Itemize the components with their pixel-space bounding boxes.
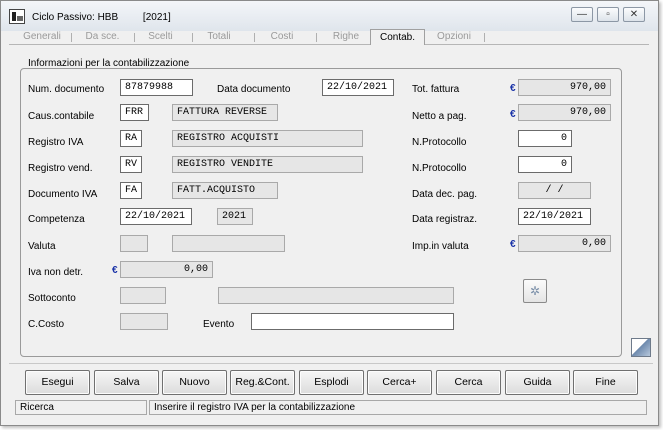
tab-scelti[interactable]: Scelti: [138, 31, 183, 44]
registro-iva-desc-field: REGISTRO ACQUISTI: [172, 130, 363, 147]
c-costo-label: C.Costo: [28, 319, 65, 330]
tab-divider: [192, 33, 193, 42]
n-protocollo-label: N.Protocollo: [412, 137, 467, 148]
data-documento-label: Data documento: [217, 84, 291, 95]
competenza-label: Competenza: [28, 214, 85, 225]
netto-a-pag-field: 970,00: [518, 104, 611, 121]
registro-iva-label: Registro IVA: [28, 137, 84, 148]
imp-in-valuta-field: 0,00: [518, 235, 611, 252]
window-title-text: Ciclo Passivo: HBB: [32, 12, 119, 23]
tab-righe[interactable]: Righe: [320, 31, 372, 44]
registro-vend-code-field[interactable]: RV: [120, 156, 142, 173]
caus-contabile-desc-field: FATTURA REVERSE: [172, 104, 278, 121]
fine-button[interactable]: Fine: [573, 370, 638, 395]
tab-divider: [484, 33, 485, 42]
button-bar-divider: [9, 363, 653, 364]
euro-icon: €: [510, 239, 516, 250]
sottoconto-desc-field: [218, 287, 454, 304]
sparkle-icon: ✲: [529, 284, 541, 298]
cerca-button[interactable]: Cerca: [436, 370, 501, 395]
valuta-desc-field: [172, 235, 285, 252]
tab-divider: [134, 33, 135, 42]
guida-button[interactable]: Guida: [505, 370, 570, 395]
evento-field[interactable]: [251, 313, 454, 330]
valuta-label: Valuta: [28, 241, 56, 252]
caus-contabile-code-field[interactable]: FRR: [120, 104, 149, 121]
tab-strip: Generali Da sce. Scelti Totali Costi Rig…: [9, 29, 649, 45]
sottoconto-label: Sottoconto: [28, 293, 76, 304]
documento-iva-code-field[interactable]: FA: [120, 182, 142, 199]
n-protocollo-field[interactable]: 0: [518, 130, 572, 147]
registro-vend-label: Registro vend.: [28, 163, 93, 174]
close-icon: ✕: [629, 9, 639, 20]
euro-icon: €: [112, 265, 118, 276]
esegui-button[interactable]: Esegui: [25, 370, 90, 395]
iva-non-detr-field: 0,00: [120, 261, 213, 278]
documento-iva-desc-field: FATT.ACQUISTO: [172, 182, 278, 199]
nuovo-button[interactable]: Nuovo: [162, 370, 227, 395]
resize-corner-button[interactable]: [631, 338, 651, 357]
data-dec-pag-label: Data dec. pag.: [412, 189, 478, 200]
sottoconto-code-field: [120, 287, 166, 304]
evento-label: Evento: [203, 319, 235, 330]
data-registraz-label: Data registraz.: [412, 214, 478, 225]
c-costo-field: [120, 313, 168, 330]
imp-in-valuta-label: Imp.in valuta: [412, 241, 469, 252]
registro-vend-desc-field: REGISTRO VENDITE: [172, 156, 363, 173]
reg-cont-button[interactable]: Reg.&Cont.: [230, 370, 295, 395]
tab-opzioni[interactable]: Opzioni: [429, 31, 479, 44]
n-protocollo-vend-field[interactable]: 0: [518, 156, 572, 173]
close-button[interactable]: ✕: [623, 7, 645, 22]
title-bar[interactable]: Ciclo Passivo: HBB [2021] — ▫ ✕: [1, 1, 658, 31]
cerca-plus-button[interactable]: Cerca+: [367, 370, 432, 395]
maximize-icon: ▫: [606, 9, 610, 20]
window-title: Ciclo Passivo: HBB [2021]: [32, 12, 171, 23]
main-window: Ciclo Passivo: HBB [2021] — ▫ ✕ Generali…: [0, 0, 659, 426]
esplodi-button[interactable]: Esplodi: [299, 370, 364, 395]
tab-divider: [316, 33, 317, 42]
euro-icon: €: [510, 109, 516, 120]
tab-divider: [71, 33, 72, 42]
maximize-button[interactable]: ▫: [597, 7, 619, 22]
caus-contabile-label: Caus.contabile: [28, 111, 95, 122]
num-documento-field[interactable]: 87879988: [120, 79, 193, 96]
salva-button[interactable]: Salva: [94, 370, 159, 395]
euro-icon: €: [510, 83, 516, 94]
num-documento-label: Num. documento: [28, 84, 105, 95]
tab-costi[interactable]: Costi: [258, 31, 306, 44]
valuta-code-field: [120, 235, 148, 252]
app-icon: [9, 9, 25, 24]
tot-fattura-field: 970,00: [518, 79, 611, 96]
competenza-date-field[interactable]: 22/10/2021: [120, 208, 192, 225]
tab-contab[interactable]: Contab.: [370, 29, 425, 45]
status-message: Inserire il registro IVA per la contabil…: [149, 400, 647, 415]
netto-a-pag-label: Netto a pag.: [412, 111, 467, 122]
lookup-button[interactable]: ✲: [523, 279, 547, 303]
data-registraz-field[interactable]: 22/10/2021: [518, 208, 591, 225]
n-protocollo-vend-label: N.Protocollo: [412, 163, 467, 174]
documento-iva-label: Documento IVA: [28, 189, 98, 200]
tab-da-sce[interactable]: Da sce.: [75, 31, 130, 44]
status-mode: Ricerca: [15, 400, 147, 415]
competenza-year-field: 2021: [217, 208, 253, 225]
minimize-button[interactable]: —: [571, 7, 593, 22]
tab-generali[interactable]: Generali: [17, 31, 67, 44]
data-documento-field[interactable]: 22/10/2021: [322, 79, 394, 96]
tab-totali[interactable]: Totali: [196, 31, 242, 44]
window-mode-text: [2021]: [142, 12, 171, 23]
minimize-icon: —: [577, 9, 587, 20]
data-dec-pag-field: / /: [518, 182, 591, 199]
tot-fattura-label: Tot. fattura: [412, 84, 460, 95]
registro-iva-code-field[interactable]: RA: [120, 130, 142, 147]
tab-divider: [254, 33, 255, 42]
iva-non-detr-label: Iva non detr.: [28, 267, 84, 278]
